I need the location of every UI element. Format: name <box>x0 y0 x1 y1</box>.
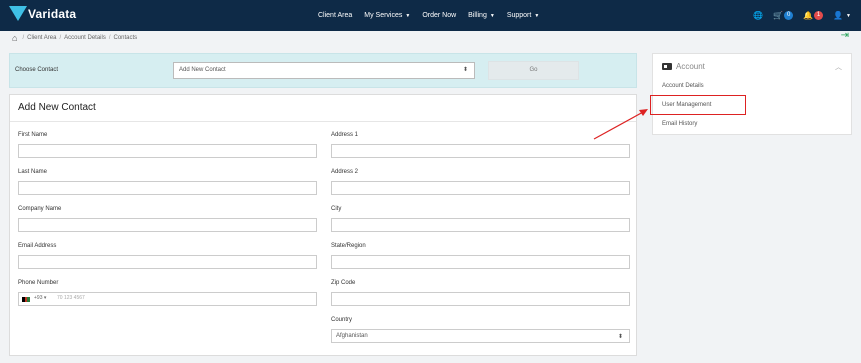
address-1-label: Address 1 <box>331 132 359 138</box>
phone-country-code[interactable]: +93 ▾ <box>34 295 46 301</box>
breadcrumb-separator: / <box>59 35 62 41</box>
last-name-input[interactable] <box>18 181 317 195</box>
nav-order-now[interactable]: Order Now <box>422 12 456 19</box>
go-button[interactable]: Go <box>488 61 579 80</box>
add-contact-form: Add New Contact First Name Last Name Com… <box>9 94 637 356</box>
phone-number-input[interactable]: +93 ▾ 70 123 4567 <box>18 292 317 306</box>
country-label: Country <box>331 317 353 323</box>
last-name-label: Last Name <box>18 169 48 175</box>
notifications-button[interactable]: 🔔 1 <box>803 11 824 20</box>
select-arrows-icon: ⬍ <box>462 67 468 73</box>
caret-down-icon: ▼ <box>405 12 411 19</box>
company-name-input[interactable] <box>18 218 317 232</box>
bell-icon: 🔔 <box>803 11 814 20</box>
zip-code-label: Zip Code <box>331 280 356 286</box>
phone-code-value: +93 <box>34 295 43 301</box>
phone-number-label: Phone Number <box>18 280 59 286</box>
sidebar-title: Account <box>676 62 705 71</box>
top-navbar: Varidata Client Area My Services ▼ Order … <box>0 0 861 31</box>
choose-contact-select[interactable]: Add New Contact ⬍ <box>173 62 475 79</box>
nav-client-area[interactable]: Client Area <box>318 12 352 19</box>
nav-label: Billing <box>468 12 487 19</box>
nav-label: Support <box>506 12 532 19</box>
brand-name: Varidata <box>28 6 77 21</box>
choose-contact-label: Choose Contact <box>15 67 59 73</box>
nav-label: My Services <box>364 12 403 19</box>
user-menu-button[interactable]: 👤 ▼ <box>833 11 851 20</box>
notification-count-badge: 1 <box>814 11 824 20</box>
main-nav: Client Area My Services ▼ Order Now Billi… <box>318 0 551 31</box>
address-1-input[interactable] <box>331 144 630 158</box>
sidebar-item-email-history[interactable]: Email History <box>662 121 697 127</box>
breadcrumb-account-details[interactable]: Account Details <box>64 35 106 41</box>
breadcrumb-separator: / <box>108 35 111 41</box>
first-name-input[interactable] <box>18 144 317 158</box>
chevron-up-icon[interactable]: ︿ <box>835 62 842 72</box>
logout-icon[interactable]: ⇥ <box>841 30 849 41</box>
nav-my-services[interactable]: My Services ▼ <box>364 12 410 19</box>
breadcrumb: ⌂ / Client Area / Account Details / Cont… <box>12 32 137 44</box>
email-address-label: Email Address <box>18 243 57 249</box>
breadcrumb-client-area[interactable]: Client Area <box>27 35 56 41</box>
nav-support[interactable]: Support ▼ <box>507 12 539 19</box>
choose-contact-value: Add New Contact <box>179 67 226 73</box>
cart-icon: 🛒 <box>773 11 784 20</box>
caret-down-icon: ▼ <box>846 12 851 19</box>
city-input[interactable] <box>331 218 630 232</box>
state-region-label: State/Region <box>331 243 366 249</box>
company-name-label: Company Name <box>18 206 62 212</box>
caret-down-icon: ▼ <box>489 12 495 19</box>
breadcrumb-separator: / <box>22 35 25 41</box>
first-name-label: First Name <box>18 132 48 138</box>
nav-label: Client Area <box>318 12 353 19</box>
account-sidebar-panel: Account ︿ Account Details User Managemen… <box>652 53 852 135</box>
nav-billing[interactable]: Billing ▼ <box>468 12 495 19</box>
home-icon[interactable]: ⌂ <box>12 33 17 43</box>
nav-label: Order Now <box>422 12 457 19</box>
brand-logo[interactable]: Varidata <box>9 6 76 21</box>
nav-utilities: 🌐 🛒 0 🔔 1 👤 ▼ <box>743 0 851 31</box>
sidebar-header[interactable]: Account <box>662 62 705 71</box>
state-region-input[interactable] <box>331 255 630 269</box>
address-2-input[interactable] <box>331 181 630 195</box>
user-icon: 👤 <box>833 11 844 20</box>
address-2-label: Address 2 <box>331 169 359 175</box>
afghanistan-flag-icon[interactable] <box>22 297 31 302</box>
divider <box>10 121 636 122</box>
city-label: City <box>331 206 342 212</box>
breadcrumb-contacts: Contacts <box>113 35 138 41</box>
zip-code-input[interactable] <box>331 292 630 306</box>
email-address-input[interactable] <box>18 255 317 269</box>
cart-button[interactable]: 🛒 0 <box>773 11 794 20</box>
annotation-highlight-box <box>650 95 746 115</box>
form-title: Add New Contact <box>18 102 96 113</box>
country-value: Afghanistan <box>336 333 368 339</box>
logo-mark-icon <box>9 6 27 21</box>
language-globe-icon[interactable]: 🌐 <box>753 11 763 20</box>
select-arrows-icon: ⬍ <box>617 334 623 340</box>
phone-placeholder: 70 123 4567 <box>57 295 85 301</box>
id-card-icon <box>662 63 672 70</box>
sidebar-item-account-details[interactable]: Account Details <box>662 83 704 89</box>
country-select[interactable]: Afghanistan ⬍ <box>331 329 630 343</box>
choose-contact-bar: Choose Contact Add New Contact ⬍ Go <box>9 53 637 88</box>
caret-down-icon: ▼ <box>534 12 540 19</box>
cart-count-badge: 0 <box>784 11 794 20</box>
